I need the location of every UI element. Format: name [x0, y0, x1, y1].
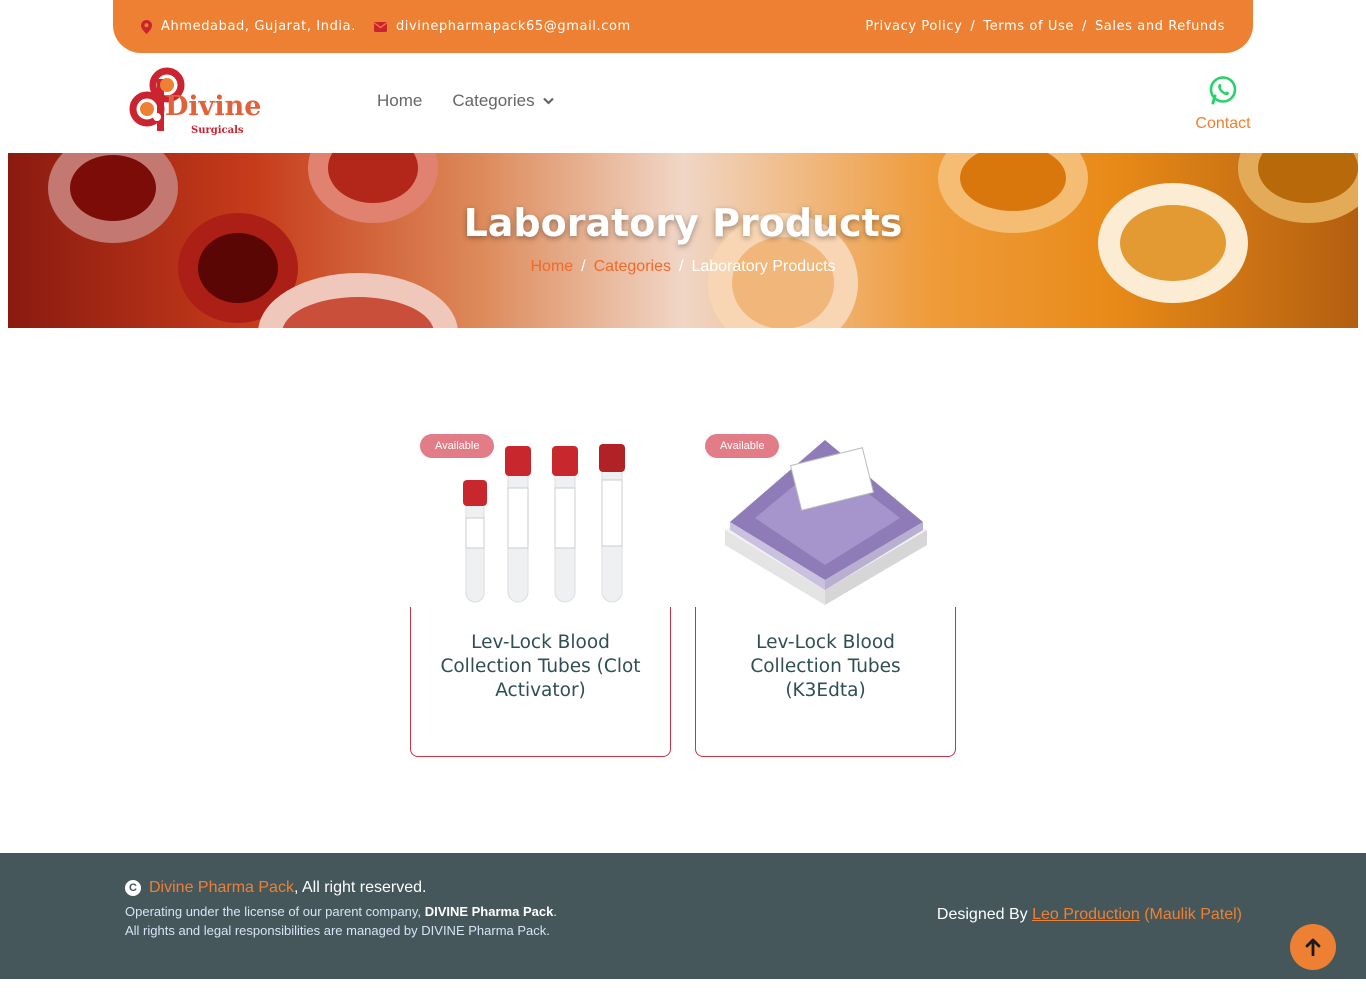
footer: C Divine Pharma Pack, All right reserved…	[0, 853, 1366, 979]
product-card[interactable]: Available Lev-Lock Blood Collection Tube…	[410, 430, 671, 757]
footer-license-company: DIVINE Pharma Pack	[424, 904, 554, 919]
logo-sub-text: Surgicals	[191, 125, 244, 136]
nav-categories-label: Categories	[452, 91, 535, 110]
logo[interactable]: Divine Surgicals	[127, 65, 261, 141]
product-image[interactable]: Available	[695, 430, 956, 607]
map-marker-icon	[141, 19, 152, 34]
footer-copyright: C Divine Pharma Pack, All right reserved…	[125, 879, 557, 940]
breadcrumb-current: Laboratory Products	[691, 258, 836, 275]
footer-brand-link[interactable]: Divine Pharma Pack	[149, 879, 294, 897]
email-link[interactable]: divinepharmapack65@gmail.com	[396, 19, 631, 34]
sales-refunds-link[interactable]: Sales and Refunds	[1095, 19, 1225, 34]
contact-button[interactable]: Contact	[1193, 75, 1253, 133]
footer-rights: , All right reserved.	[293, 879, 427, 896]
product-title[interactable]: Lev-Lock Blood Collection Tubes (Clot Ac…	[410, 607, 671, 757]
status-badge: Available	[420, 434, 495, 458]
breadcrumb: Home / Categories / Laboratory Products	[8, 258, 1358, 276]
back-to-top-button[interactable]	[1290, 924, 1336, 970]
breadcrumb-separator: /	[678, 258, 684, 275]
contact-label: Contact	[1195, 115, 1251, 132]
designer-link[interactable]: Leo Production	[1032, 906, 1140, 923]
arrow-up-icon	[1305, 938, 1321, 956]
chevron-down-icon	[542, 97, 554, 105]
designer-person: (Maulik Patel)	[1144, 906, 1242, 923]
footer-responsibility: All rights and legal responsibilities ar…	[125, 923, 550, 938]
nav-categories[interactable]: Categories	[452, 91, 554, 111]
product-card[interactable]: Available Lev-Lock Blood Collection Tube…	[695, 430, 956, 757]
separator: /	[970, 19, 976, 34]
nav-home[interactable]: Home	[377, 91, 422, 111]
copyright-icon: C	[125, 880, 141, 896]
product-image[interactable]: Available	[410, 430, 671, 607]
product-title[interactable]: Lev-Lock Blood Collection Tubes (K3Edta)	[695, 607, 956, 757]
location-text: Ahmedabad, Gujarat, India.	[161, 19, 356, 34]
breadcrumb-separator: /	[581, 258, 586, 275]
designed-by-label: Designed By	[936, 906, 1028, 923]
footer-license-suffix: .	[553, 904, 557, 919]
hero-banner: Laboratory Products Home / Categories / Labo…	[8, 153, 1358, 328]
logo-brand-text: Divine	[165, 91, 262, 122]
page-title: Laboratory Products	[463, 201, 903, 245]
whatsapp-icon	[1209, 76, 1237, 105]
site-header: Divine Surgicals Home Categories Contact	[113, 53, 1253, 153]
breadcrumb-categories[interactable]: Categories	[594, 258, 671, 275]
email-item[interactable]: divinepharmapack65@gmail.com	[373, 19, 631, 34]
footer-designer: Designed By Leo Production (Maulik Patel…	[937, 906, 1242, 924]
envelope-icon	[373, 21, 387, 32]
main-nav: Home Categories	[377, 91, 554, 111]
privacy-policy-link[interactable]: Privacy Policy	[865, 19, 962, 34]
separator: /	[1081, 19, 1087, 34]
footer-license-text: Operating under the license of our paren…	[125, 904, 422, 919]
location-item: Ahmedabad, Gujarat, India.	[141, 19, 356, 34]
status-badge: Available	[705, 434, 780, 458]
terms-of-use-link[interactable]: Terms of Use	[983, 19, 1074, 34]
top-bar: Ahmedabad, Gujarat, India. divinepharmap…	[113, 0, 1253, 53]
footer-license: Operating under the license of our paren…	[125, 902, 557, 940]
breadcrumb-home[interactable]: Home	[530, 258, 573, 275]
